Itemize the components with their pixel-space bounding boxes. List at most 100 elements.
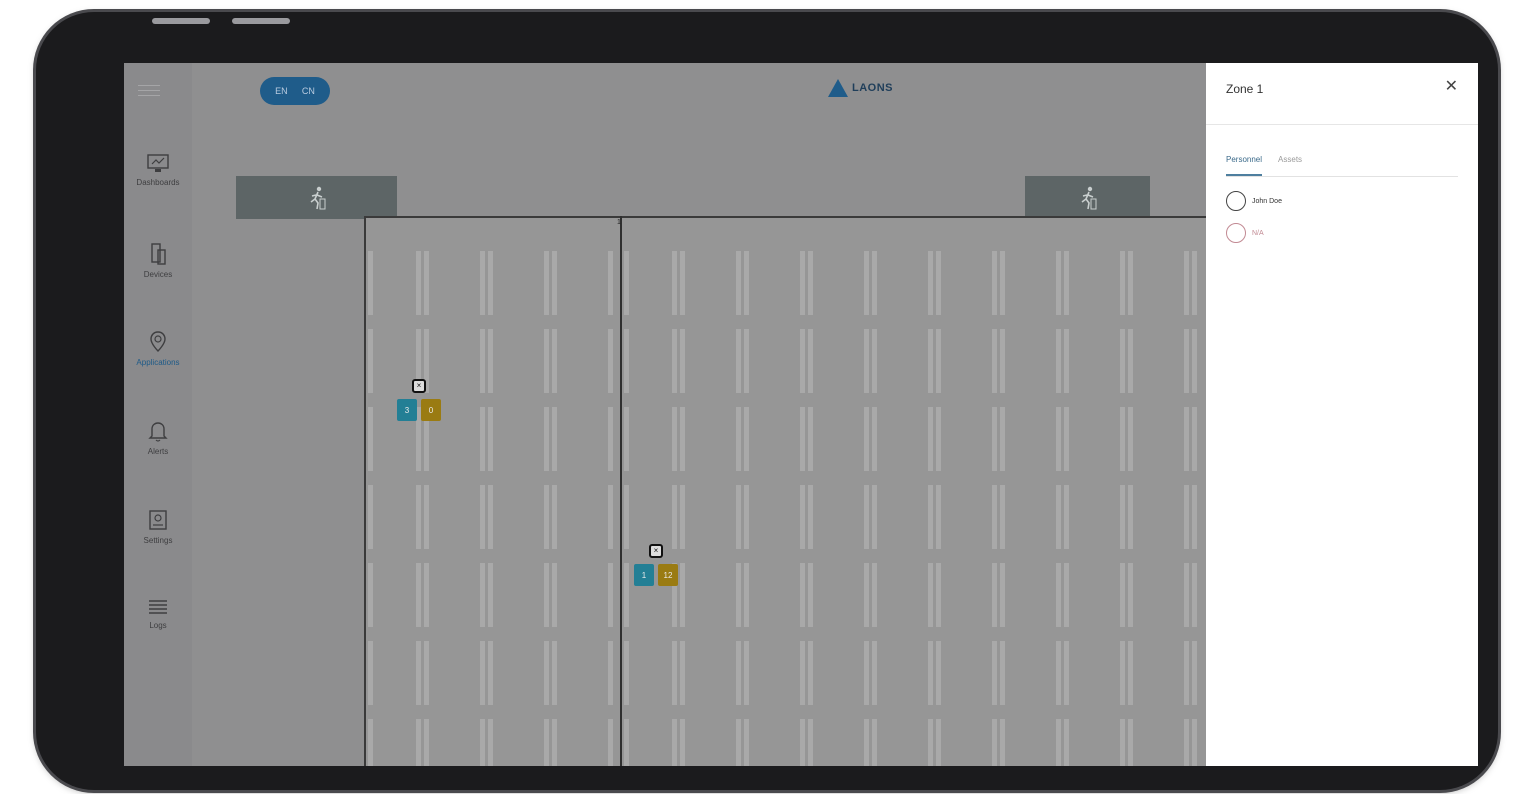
sidebar-item-settings[interactable]: Settings: [124, 507, 192, 545]
rack-column: [936, 641, 941, 705]
rack-column: [672, 719, 677, 766]
sidebar-item-alerts[interactable]: Alerts: [124, 418, 192, 456]
rack-column: [424, 251, 429, 315]
rack-column: [544, 329, 549, 393]
rack-column: [672, 485, 677, 549]
asset-count-badge[interactable]: 12: [658, 564, 678, 586]
brand-logo: LAONS: [828, 79, 893, 97]
rack-column: [1056, 251, 1061, 315]
rack-column: [1120, 641, 1125, 705]
rack-column: [992, 407, 997, 471]
rack-column: [1064, 407, 1069, 471]
tab-assets[interactable]: Assets: [1278, 155, 1302, 176]
rack-column: [480, 251, 485, 315]
rack-column: [368, 407, 373, 471]
tab-personnel[interactable]: Personnel: [1226, 155, 1263, 176]
sidebar-item-dashboards[interactable]: Dashboards: [124, 153, 192, 187]
list-item[interactable]: N/A: [1226, 223, 1264, 243]
map-marker[interactable]: × 1 12: [634, 544, 678, 586]
rack-column: [928, 485, 933, 549]
rack-column: [1184, 251, 1189, 315]
divider-label: 1: [617, 219, 621, 226]
rack-column: [1064, 329, 1069, 393]
divider: [1206, 124, 1478, 125]
rack-column: [624, 719, 629, 766]
zone-divider: [620, 216, 622, 766]
asset-count-badge[interactable]: 0: [421, 399, 441, 421]
personnel-count-badge[interactable]: 1: [634, 564, 654, 586]
rack-column: [928, 329, 933, 393]
close-icon[interactable]: ✕: [1445, 79, 1458, 95]
emergency-exit-icon: [310, 186, 325, 209]
rack-column: [1120, 719, 1125, 766]
sidebar-item-devices[interactable]: Devices: [124, 241, 192, 279]
exit-area: [236, 176, 397, 219]
menu-icon[interactable]: [138, 85, 160, 97]
rack-column: [872, 641, 877, 705]
language-option-cn[interactable]: CN: [302, 86, 315, 96]
rack-column: [800, 329, 805, 393]
rack-column: [416, 563, 421, 627]
rack-column: [1064, 641, 1069, 705]
rack-column: [936, 251, 941, 315]
language-toggle[interactable]: EN CN: [260, 77, 330, 105]
volume-button: [152, 18, 210, 24]
exit-area: [1025, 176, 1150, 219]
person-name: N/A: [1252, 229, 1264, 237]
rack-column: [672, 251, 677, 315]
language-option-en[interactable]: EN: [275, 86, 288, 96]
sidebar-item-applications[interactable]: Applications: [124, 329, 192, 367]
rack-column: [936, 563, 941, 627]
rack-column: [1192, 641, 1197, 705]
rack-column: [624, 563, 629, 627]
location-pin-icon: [150, 331, 166, 352]
rack-column: [872, 563, 877, 627]
rack-column: [480, 641, 485, 705]
rack-column: [680, 641, 685, 705]
rack-column: [624, 407, 629, 471]
rack-column: [808, 329, 813, 393]
rack-column: [672, 641, 677, 705]
rack-column: [1056, 407, 1061, 471]
floor-map[interactable]: 1 × 3 0 × 1 12: [192, 123, 1206, 766]
rack-column: [552, 563, 557, 627]
map-marker[interactable]: × 3 0: [397, 379, 441, 421]
rack-column: [1064, 719, 1069, 766]
rack-column: [936, 329, 941, 393]
rack-column: [1056, 485, 1061, 549]
list-item[interactable]: John Doe: [1226, 191, 1282, 211]
rack-column: [488, 329, 493, 393]
devices-icon: [151, 243, 166, 265]
rack-column: [992, 719, 997, 766]
rack-column: [864, 251, 869, 315]
rack-column: [1064, 251, 1069, 315]
sidebar-item-logs[interactable]: Logs: [124, 596, 192, 630]
rack-column: [552, 407, 557, 471]
rack-column: [1128, 485, 1133, 549]
rack-column: [544, 251, 549, 315]
rack-column: [544, 407, 549, 471]
rack-column: [1056, 719, 1061, 766]
rack-column: [1128, 719, 1133, 766]
logo-icon: [828, 79, 848, 97]
rack-column: [736, 329, 741, 393]
rack-column: [368, 719, 373, 766]
rack-column: [872, 251, 877, 315]
rack-column: [1120, 251, 1125, 315]
avatar: [1226, 223, 1246, 243]
personnel-count-badge[interactable]: 3: [397, 399, 417, 421]
panel-tabs: Personnel Assets: [1226, 155, 1458, 177]
rack-column: [424, 719, 429, 766]
rack-column: [800, 407, 805, 471]
top-bar: EN CN LAONS: [192, 63, 1206, 123]
rack-column: [1128, 407, 1133, 471]
rack-column: [624, 329, 629, 393]
rack-column: [800, 719, 805, 766]
rack-column: [744, 641, 749, 705]
rack-column: [736, 485, 741, 549]
rack-column: [1192, 251, 1197, 315]
rack-column: [864, 641, 869, 705]
rack-column: [608, 251, 613, 315]
app-screen: Dashboards Devices Applications Alerts S…: [124, 63, 1478, 766]
rack-column: [480, 329, 485, 393]
